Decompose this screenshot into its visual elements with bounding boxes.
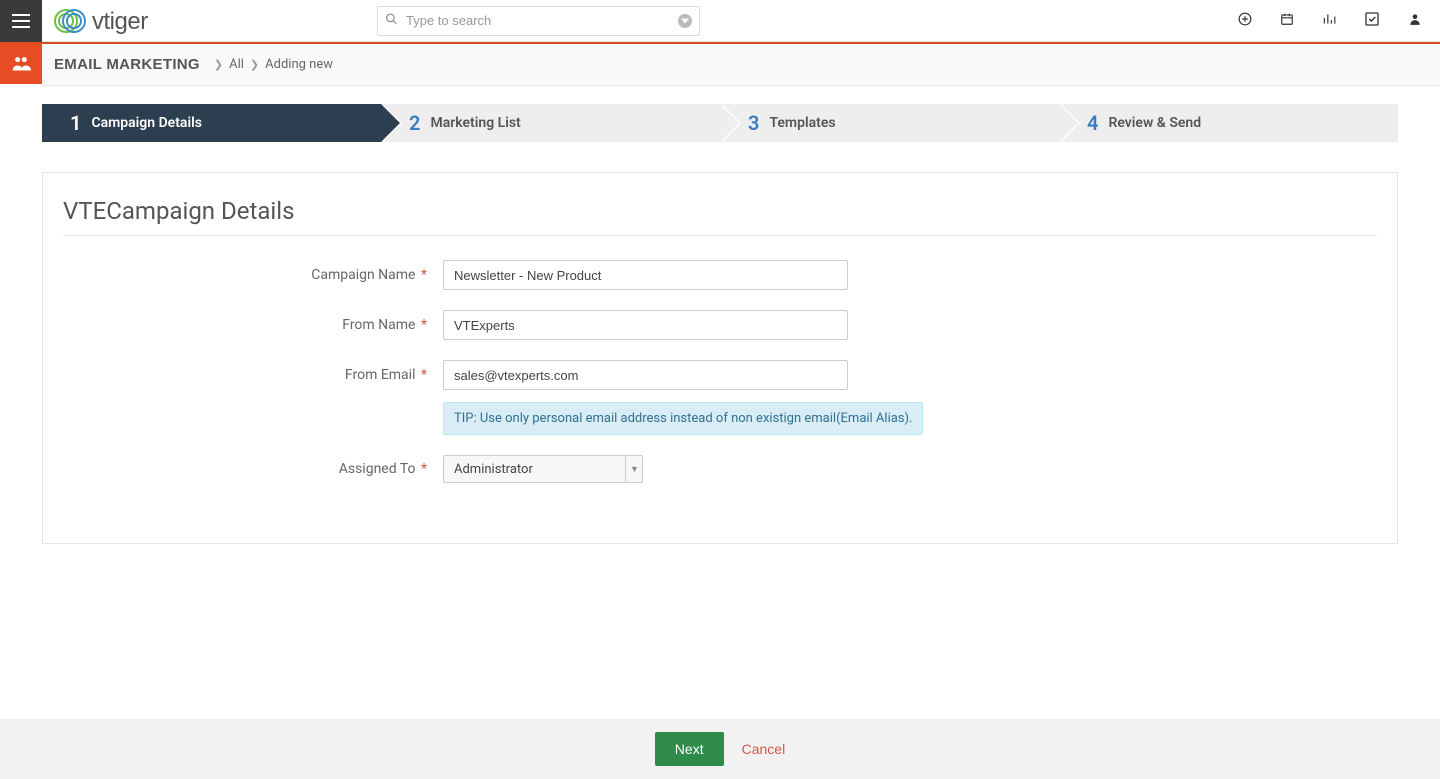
search-icon [385, 12, 398, 29]
user-icon[interactable] [1408, 12, 1422, 30]
breadcrumb-current: Adding new [265, 57, 333, 72]
step-label: Review & Send [1108, 115, 1201, 131]
main-content: 1 Campaign Details 2 Marketing List 3 Te… [0, 86, 1440, 544]
next-button[interactable]: Next [655, 732, 724, 766]
tip-message: TIP: Use only personal email address ins… [443, 402, 923, 435]
required-asterisk: * [417, 367, 427, 383]
global-search [377, 6, 700, 36]
required-asterisk: * [417, 461, 427, 477]
panel-title: VTECampaign Details [63, 197, 1377, 236]
step-number: 4 [1087, 111, 1098, 135]
wizard-steps: 1 Campaign Details 2 Marketing List 3 Te… [42, 104, 1398, 142]
chevron-right-icon: ❯ [214, 58, 223, 71]
step-number: 1 [70, 111, 81, 135]
people-icon [11, 55, 31, 71]
app-logo[interactable]: vtiger [52, 6, 202, 36]
form-panel: VTECampaign Details Campaign Name * From… [42, 172, 1398, 544]
step-label: Templates [769, 115, 835, 131]
header-actions [1238, 11, 1440, 31]
chart-icon[interactable] [1322, 12, 1336, 30]
chevron-right-icon: ❯ [250, 58, 259, 71]
menu-toggle[interactable] [0, 0, 42, 42]
select-assigned-to[interactable]: Administrator ▼ [443, 455, 643, 483]
add-icon[interactable] [1238, 12, 1252, 30]
app-header: vtiger [0, 0, 1440, 42]
label-from-name: From Name * [63, 317, 443, 333]
input-from-name[interactable] [443, 310, 848, 340]
vtiger-logo-icon: vtiger [52, 6, 202, 36]
step-label: Campaign Details [91, 115, 201, 131]
sidebar-module-tab[interactable] [0, 42, 42, 84]
calendar-icon[interactable] [1280, 12, 1294, 30]
chevron-down-icon: ▼ [625, 455, 643, 483]
select-value: Administrator [443, 455, 643, 483]
step-label: Marketing List [430, 115, 520, 131]
tasks-icon[interactable] [1364, 11, 1380, 31]
step-review-send[interactable]: 4 Review & Send [1059, 104, 1398, 142]
label-campaign-name: Campaign Name * [63, 267, 443, 283]
step-campaign-details[interactable]: 1 Campaign Details [42, 104, 381, 142]
input-from-email[interactable] [443, 360, 848, 390]
input-campaign-name[interactable] [443, 260, 848, 290]
breadcrumb-module[interactable]: EMAIL MARKETING [54, 56, 200, 73]
hamburger-icon [12, 14, 30, 28]
row-assigned-to: Assigned To * Administrator ▼ [63, 455, 1377, 483]
breadcrumb: EMAIL MARKETING ❯ All ❯ Adding new [42, 44, 1440, 86]
label-assigned-to: Assigned To * [63, 461, 443, 477]
cancel-button[interactable]: Cancel [742, 741, 786, 757]
search-input[interactable] [377, 6, 700, 36]
label-from-email: From Email * [63, 367, 443, 383]
row-from-name: From Name * [63, 310, 1377, 340]
svg-text:vtiger: vtiger [92, 8, 148, 35]
step-marketing-list[interactable]: 2 Marketing List [381, 104, 720, 142]
step-templates[interactable]: 3 Templates [720, 104, 1059, 142]
footer-actions: Next Cancel [0, 719, 1440, 779]
step-number: 2 [409, 111, 420, 135]
tip-row: TIP: Use only personal email address ins… [443, 402, 1377, 435]
required-asterisk: * [417, 267, 427, 283]
required-asterisk: * [417, 317, 427, 333]
breadcrumb-all[interactable]: All [229, 57, 244, 72]
step-number: 3 [748, 111, 759, 135]
search-dropdown-icon[interactable] [678, 14, 692, 28]
row-campaign-name: Campaign Name * [63, 260, 1377, 290]
row-from-email: From Email * [63, 360, 1377, 390]
